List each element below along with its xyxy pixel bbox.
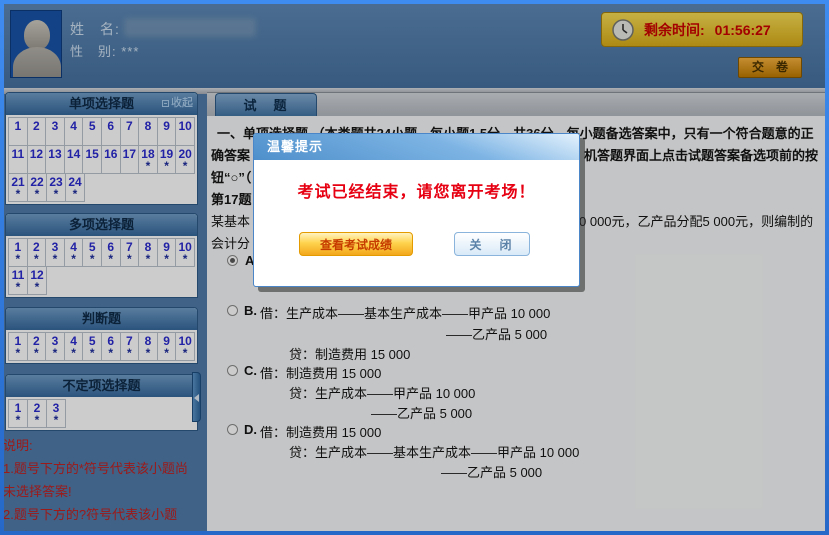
notice-dialog: 温馨提示 考试已经结束，请您离开考场！ 查看考试成绩 关 闭 xyxy=(253,133,580,287)
dialog-title-bar: 温馨提示 xyxy=(254,134,579,160)
exam-app: 姓 名: 性 别: *** 剩余时间: 01:56:27 交 卷 单项选择题 xyxy=(4,4,825,531)
dialog-title: 温馨提示 xyxy=(267,134,323,160)
dialog-message: 考试已经结束，请您离开考场！ xyxy=(254,178,579,202)
close-dialog-button[interactable]: 关 闭 xyxy=(454,232,530,256)
window-frame: 姓 名: 性 别: *** 剩余时间: 01:56:27 交 卷 单项选择题 xyxy=(0,0,829,535)
view-score-button[interactable]: 查看考试成绩 xyxy=(299,232,413,256)
